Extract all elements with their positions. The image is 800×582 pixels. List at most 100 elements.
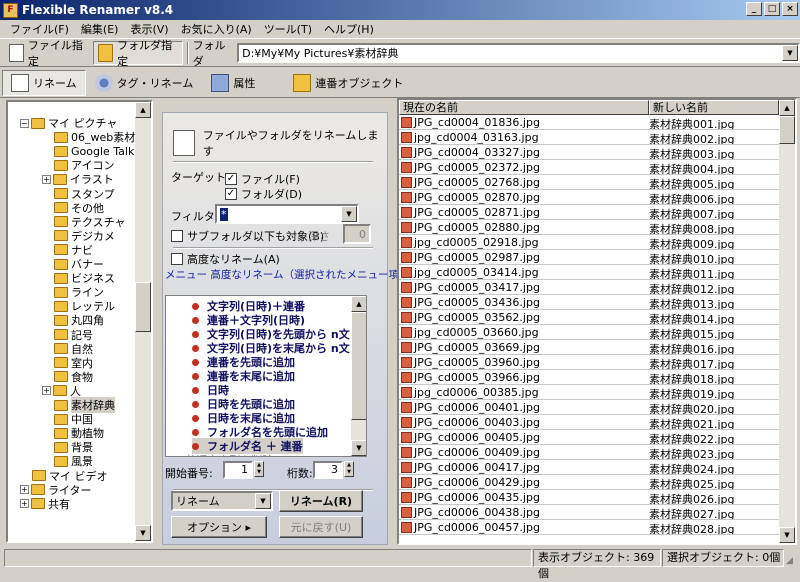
tree-item[interactable]: 丸四角 [54,313,104,327]
tree-item[interactable]: 室内 [54,356,93,370]
mode-combo[interactable]: リネーム ▼ [171,491,273,511]
advanced-menu-partial-item[interactable]: ✕ 共通文字列を削除 [172,452,273,457]
tree-scrollbar[interactable]: ▲ ▼ [135,102,151,541]
file-row[interactable]: JPG_cd0004_01836.jpg 素材辞典001.jpg [399,115,779,131]
file-row[interactable]: JPG_cd0006_00417.jpg 素材辞典024.jpg [399,460,779,476]
tree-item[interactable]: + イラスト [42,172,114,186]
menu-edit[interactable]: 編集(E) [75,21,125,37]
tree-item[interactable]: 素材辞典 [54,397,115,413]
tree-item[interactable]: デジカメ [54,229,115,243]
file-list[interactable]: 現在の名前 新しい名前 ▲ ▼ JPG_cd0004_01836.jpg 素材辞典… [397,98,797,545]
option-button[interactable]: オプション ▸ [171,516,267,538]
file-row[interactable]: JPG_cd0005_02987.jpg 素材辞典010.jpg [399,250,779,266]
menu-file[interactable]: ファイル(F) [4,21,75,37]
scroll-thumb[interactable] [351,312,366,420]
collapse-icon[interactable]: − [20,118,29,128]
scroll-down-icon[interactable]: ▼ [779,527,795,543]
folder-path-combo[interactable]: D:¥My¥My Pictures¥素材辞典 ▼ [237,42,800,63]
advanced-menu-list[interactable]: ▲ ▼ 文字列(日時)＋連番 連番＋文字列(日時) 文字列(日時)を先頭から n文文… [165,295,367,457]
maximize-button[interactable]: □ [764,2,780,16]
tab-attributes[interactable]: 属性 [202,70,264,96]
resize-grip-icon[interactable]: ◢ [786,556,798,568]
file-row[interactable]: JPG_cd0005_02880.jpg 素材辞典008.jpg [399,220,779,236]
menu-view[interactable]: 表示(V) [124,21,174,37]
tree-item[interactable]: レッテル [54,299,115,313]
file-row[interactable]: JPG_cd0004_03327.jpg 素材辞典003.jpg [399,145,779,161]
menu-scrollbar[interactable]: ▲ ▼ [351,296,366,456]
subfolder-checkbox[interactable]: サブフォルダ以下も対象(B) [171,228,324,244]
folder-tree[interactable]: − マイ ピクチャ 06_web素材 Google Talk アイコン + イラスト スタンプ… [6,100,153,543]
menu-tools[interactable]: ツール(T) [258,21,318,37]
menu-help[interactable]: ヘルプ(H) [318,21,380,37]
close-button[interactable]: × [782,2,798,16]
digits-input[interactable]: 3 [313,461,343,479]
tree-item[interactable]: + 人 [42,384,81,398]
file-row[interactable]: jpg_cd0005_03414.jpg 素材辞典011.jpg [399,265,779,281]
menu-favorites[interactable]: お気に入り(A) [175,21,258,37]
file-row[interactable]: JPG_cd0006_00457.jpg 素材辞典028.jpg [399,520,779,536]
file-row[interactable]: JPG_cd0005_02372.jpg 素材辞典004.jpg [399,160,779,176]
undo-button[interactable]: 元に戻す(U) [279,516,363,538]
tab-rename[interactable]: リネーム [2,69,86,96]
file-row[interactable]: JPG_cd0005_03562.jpg 素材辞典014.jpg [399,310,779,326]
expand-icon[interactable]: + [20,499,29,509]
tree-item[interactable]: アイコン [54,158,114,172]
file-row[interactable]: JPG_cd0005_02870.jpg 素材辞典006.jpg [399,190,779,206]
file-checkbox[interactable]: ✓ ファイル(F) [225,171,300,187]
file-row[interactable]: JPG_cd0006_00435.jpg 素材辞典026.jpg [399,490,779,506]
minimize-button[interactable]: _ [746,2,762,16]
expand-icon[interactable]: + [42,174,51,184]
tree-item[interactable]: バナー [54,257,104,271]
file-row[interactable]: JPG_cd0005_02768.jpg 素材辞典005.jpg [399,175,779,191]
tab-sequence-object[interactable]: 連番オブジェクト [284,70,412,96]
tree-item[interactable]: スタンプ [54,187,115,201]
tree-item[interactable]: ビジネス [54,271,115,285]
tree-item[interactable]: その他 [54,201,104,215]
file-row[interactable]: jpg_cd0005_03660.jpg 素材辞典015.jpg [399,325,779,341]
digits-spinner[interactable]: ▲ ▼ [344,461,354,477]
tree-item[interactable]: ナビ [54,243,93,257]
file-mode-button[interactable]: ファイル指定 [4,39,93,68]
scroll-thumb[interactable] [135,282,151,332]
column-header-current[interactable]: 現在の名前 [399,100,649,115]
tree-item[interactable]: 風景 [54,454,93,468]
tree-item[interactable]: ライン [54,285,104,299]
folder-mode-button[interactable]: フォルダ指定 [93,39,183,68]
file-row[interactable]: JPG_cd0005_03436.jpg 素材辞典013.jpg [399,295,779,311]
scroll-down-icon[interactable]: ▼ [135,525,151,541]
file-row[interactable]: jpg_cd0006_00385.jpg 素材辞典019.jpg [399,385,779,401]
start-number-input[interactable]: 1 [223,461,253,479]
tree-item[interactable]: + 共有 [20,497,70,511]
file-list-scrollbar[interactable]: ▲ ▼ [779,100,795,543]
filter-combo[interactable]: * ▼ [215,204,359,224]
expand-icon[interactable]: + [42,386,51,396]
tree-item[interactable]: 動植物 [54,426,104,440]
scroll-up-icon[interactable]: ▲ [779,100,795,116]
tree-item[interactable]: 記号 [54,328,93,342]
file-row[interactable]: JPG_cd0005_03966.jpg 素材辞典018.jpg [399,370,779,386]
tree-item[interactable]: + ライター [20,483,92,497]
start-number-spinner[interactable]: ▲ ▼ [254,461,264,477]
scroll-down-icon[interactable]: ▼ [351,440,366,456]
column-header-new[interactable]: 新しい名前 [649,100,779,115]
file-row[interactable]: JPG_cd0006_00401.jpg 素材辞典020.jpg [399,400,779,416]
tree-item[interactable]: 06_web素材 [54,130,135,144]
folder-checkbox[interactable]: ✓ フォルダ(D) [225,186,302,202]
expand-icon[interactable]: + [20,485,29,495]
file-row[interactable]: jpg_cd0005_02918.jpg 素材辞典009.jpg [399,235,779,251]
tree-item[interactable]: 食物 [54,370,93,384]
tree-item[interactable]: 背景 [54,440,93,454]
chevron-down-icon[interactable]: ▼ [255,493,271,509]
file-row[interactable]: JPG_cd0005_03960.jpg 素材辞典017.jpg [399,355,779,371]
depth-input[interactable]: 0 [343,224,371,244]
tree-item[interactable]: マイ ビデオ [32,469,108,483]
tree-item[interactable]: テクスチャ [54,215,126,229]
file-row[interactable]: JPG_cd0006_00403.jpg 素材辞典021.jpg [399,415,779,431]
file-row[interactable]: JPG_cd0006_00409.jpg 素材辞典023.jpg [399,445,779,461]
tab-tag-rename[interactable]: タグ・リネーム [86,70,203,96]
scroll-thumb[interactable] [779,116,795,144]
chevron-down-icon[interactable]: ▼ [782,44,798,61]
file-row[interactable]: JPG_cd0005_02871.jpg 素材辞典007.jpg [399,205,779,221]
file-row[interactable]: JPG_cd0006_00405.jpg 素材辞典022.jpg [399,430,779,446]
tree-item-root[interactable]: − マイ ピクチャ [20,116,117,130]
